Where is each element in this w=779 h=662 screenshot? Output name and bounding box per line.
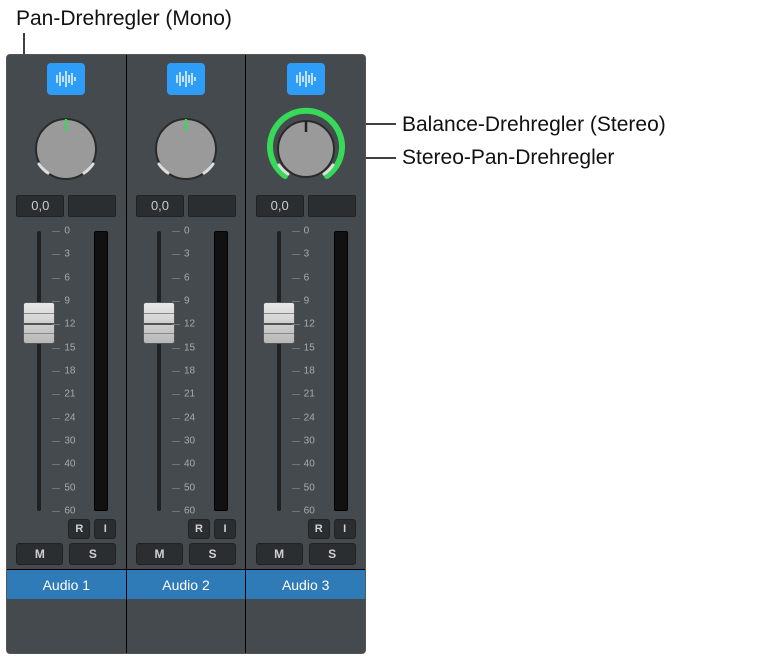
scale-tick: 24 <box>304 412 315 423</box>
pan-value[interactable]: 0,0 <box>136 195 184 217</box>
record-enable-button[interactable]: R <box>308 519 330 539</box>
scale-tick: 40 <box>304 459 315 470</box>
scale-tick: 18 <box>64 366 75 377</box>
scale-tick: 30 <box>304 436 315 447</box>
track-name[interactable]: Audio 1 <box>7 569 126 599</box>
scale-tick: 18 <box>184 366 195 377</box>
scale-tick: 50 <box>184 482 195 493</box>
scale-tick: 9 <box>304 296 310 307</box>
scale-tick: 30 <box>64 436 75 447</box>
mute-button[interactable]: M <box>16 543 63 565</box>
scale-tick: 18 <box>304 366 315 377</box>
scale-tick: 0 <box>184 226 190 237</box>
peak-indicator[interactable] <box>68 195 116 217</box>
scale-tick: 3 <box>304 249 310 260</box>
volume-fader[interactable] <box>270 231 288 511</box>
scale-tick: 60 <box>304 506 315 517</box>
solo-button[interactable]: S <box>69 543 116 565</box>
balance-knob[interactable] <box>146 109 226 189</box>
scale-tick: 6 <box>304 272 310 283</box>
scale-tick: 24 <box>184 412 195 423</box>
level-meter <box>94 231 108 511</box>
scale-tick: 30 <box>184 436 195 447</box>
scale-tick: 15 <box>304 342 315 353</box>
scale-tick: 50 <box>304 482 315 493</box>
scale-tick: 12 <box>64 319 75 330</box>
volume-fader[interactable] <box>30 231 48 511</box>
scale-tick: 50 <box>64 482 75 493</box>
waveform-stereo-icon <box>293 70 319 88</box>
fader-area: 0369121518212430405060 <box>136 231 236 511</box>
track-name[interactable]: Audio 3 <box>246 569 365 599</box>
waveform-mono-icon <box>173 70 199 88</box>
mixer-panel: 0,0 0369121518212430405060 R I M S Audio… <box>6 54 366 654</box>
channel-strip-3: 0,0 0 3 6 9 12 15 18 21 24 30 40 50 60 R I M S Audio… <box>246 55 365 653</box>
mute-button[interactable]: M <box>256 543 303 565</box>
pan-value[interactable]: 0,0 <box>16 195 64 217</box>
scale-tick: 9 <box>64 296 70 307</box>
channel-strip-2: 0,0 0 3 6 9 12 15 18 21 24 30 40 50 60 R I M S Audio… <box>127 55 247 653</box>
scale-tick: 0 <box>64 226 70 237</box>
waveform-mono-icon <box>53 70 79 88</box>
pan-knob[interactable] <box>26 109 106 189</box>
scale-tick: 21 <box>64 389 75 400</box>
record-enable-button[interactable]: R <box>188 519 210 539</box>
scale-tick: 9 <box>184 296 190 307</box>
scale-tick: 3 <box>64 249 70 260</box>
input-monitor-button[interactable]: I <box>94 519 116 539</box>
input-monitor-button[interactable]: I <box>334 519 356 539</box>
scale-tick: 40 <box>64 459 75 470</box>
channel-strip-1: 0,0 0 3 6 9 12 15 18 21 24 30 40 50 60 R I M S Audio… <box>7 55 127 653</box>
scale-tick: 12 <box>304 319 315 330</box>
scale-tick: 6 <box>184 272 190 283</box>
scale-tick: 60 <box>184 506 195 517</box>
fader-scale: 0369121518212430405060 <box>52 231 80 511</box>
scale-tick: 0 <box>304 226 310 237</box>
stereo-pan-knob[interactable] <box>263 106 349 192</box>
scale-tick: 15 <box>184 342 195 353</box>
fader-scale: 0369121518212430405060 <box>292 231 320 511</box>
scale-tick: 12 <box>184 319 195 330</box>
scale-tick: 3 <box>184 249 190 260</box>
scale-tick: 24 <box>64 412 75 423</box>
scale-tick: 21 <box>184 389 195 400</box>
callout-pan-mono: Pan-Drehregler (Mono) <box>16 6 232 31</box>
fader-area: 0369121518212430405060 <box>256 231 356 511</box>
scale-tick: 15 <box>64 342 75 353</box>
callout-balance-stereo: Balance-Drehregler (Stereo) <box>402 112 666 137</box>
level-meter <box>214 231 228 511</box>
peak-indicator[interactable] <box>308 195 356 217</box>
pan-value[interactable]: 0,0 <box>256 195 304 217</box>
peak-indicator[interactable] <box>188 195 236 217</box>
mute-button[interactable]: M <box>136 543 183 565</box>
scale-tick: 6 <box>64 272 70 283</box>
input-mode-button[interactable] <box>167 63 205 95</box>
track-name[interactable]: Audio 2 <box>127 569 246 599</box>
volume-fader[interactable] <box>150 231 168 511</box>
fader-scale: 0369121518212430405060 <box>172 231 200 511</box>
scale-tick: 40 <box>184 459 195 470</box>
level-meter <box>334 231 348 511</box>
record-enable-button[interactable]: R <box>68 519 90 539</box>
input-mode-button[interactable] <box>287 63 325 95</box>
callout-stereo-pan: Stereo-Pan-Drehregler <box>402 145 614 170</box>
scale-tick: 21 <box>304 389 315 400</box>
input-monitor-button[interactable]: I <box>214 519 236 539</box>
solo-button[interactable]: S <box>189 543 236 565</box>
solo-button[interactable]: S <box>309 543 356 565</box>
fader-area: 0369121518212430405060 <box>16 231 116 511</box>
scale-tick: 60 <box>64 506 75 517</box>
input-mode-button[interactable] <box>47 63 85 95</box>
